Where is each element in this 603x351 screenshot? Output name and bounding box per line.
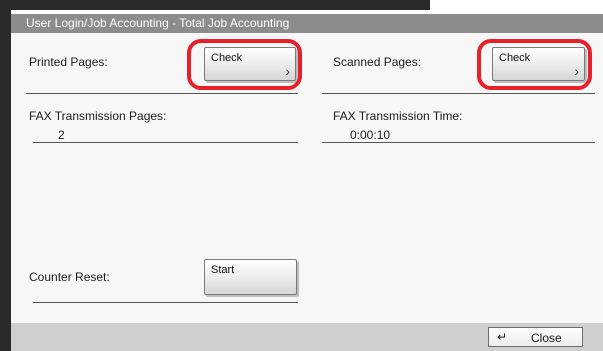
counter-reset-label: Counter Reset:	[29, 270, 110, 284]
counter-reset-start-label: Start	[211, 264, 235, 276]
title-bar-extension	[307, 14, 603, 33]
fax-pages-divider	[33, 142, 298, 143]
content-panel: Printed Pages: Check › Scanned Pages: Ch…	[11, 33, 603, 323]
printed-pages-label: Printed Pages:	[29, 55, 108, 69]
top-bezel-dark	[0, 0, 430, 10]
printed-pages-divider	[26, 93, 298, 94]
scanned-pages-divider	[322, 93, 595, 94]
counter-reset-divider	[33, 302, 298, 303]
printed-pages-highlight	[187, 39, 302, 90]
fax-pages-label: FAX Transmission Pages:	[29, 109, 167, 123]
fax-time-label: FAX Transmission Time:	[333, 109, 463, 123]
enter-return-icon: ↵	[497, 330, 508, 344]
scanned-pages-label: Scanned Pages:	[333, 55, 422, 69]
close-button[interactable]: ↵ Close	[488, 327, 583, 347]
fax-time-divider	[322, 142, 595, 143]
fax-pages-value: 2	[58, 128, 65, 142]
close-label: Close	[531, 331, 562, 345]
fax-time-value: 0:00:10	[350, 128, 391, 142]
window-title: User Login/Job Accounting - Total Job Ac…	[11, 14, 307, 33]
counter-reset-start-button[interactable]: Start	[204, 259, 297, 295]
scanned-pages-highlight	[477, 39, 592, 90]
left-bezel	[0, 0, 11, 351]
top-bezel	[0, 0, 603, 10]
